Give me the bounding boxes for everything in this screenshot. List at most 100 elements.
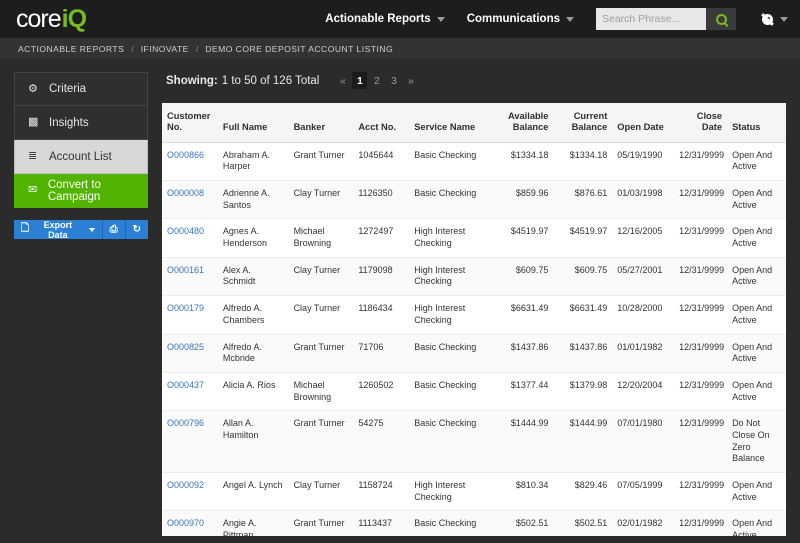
refresh-button[interactable]: ↻: [125, 220, 148, 239]
sidebar-item-account-list[interactable]: ≣ Account List: [14, 140, 148, 174]
column-header-banker[interactable]: Banker: [288, 103, 354, 143]
sidebar-item-criteria-label: Criteria: [49, 83, 87, 95]
customer-number-link[interactable]: O000179: [167, 303, 204, 313]
table-row[interactable]: O000437 Alicia A. Rios Michael Browning 126…: [162, 372, 786, 412]
search-button[interactable]: [706, 8, 736, 30]
column-header-available-balance[interactable]: Available Balance: [491, 103, 554, 143]
table-row[interactable]: O000866 Abraham A. Harper Grant Turner 1045…: [162, 142, 786, 182]
cell-customer-no: O000161: [162, 257, 218, 297]
showing-value: 1 to 50 of 126 Total: [221, 74, 320, 87]
cell-banker: Clay Turner: [288, 295, 354, 335]
cell-close-date: 12/31/9999: [674, 410, 728, 474]
column-header-customer-no[interactable]: Customer No.: [162, 103, 218, 143]
cell-available-balance: $609.75: [491, 257, 554, 297]
customer-number-link[interactable]: O000480: [167, 226, 204, 236]
cell-available-balance: $810.34: [491, 472, 554, 512]
cell-full-name: Alfredo A. Chambers: [217, 295, 289, 335]
column-header-open-date[interactable]: Open Date: [612, 103, 675, 143]
cell-status: Open And Active: [727, 295, 786, 335]
cell-open-date: 01/03/1998: [612, 180, 675, 220]
cell-open-date: 05/19/1990: [612, 142, 675, 182]
table-row[interactable]: O000825 Alfredo A. Mcbride Grant Turner 717…: [162, 334, 786, 373]
customer-number-link[interactable]: O000437: [167, 380, 204, 390]
table-row[interactable]: O000008 Adrienne A. Santos Clay Turner 1126…: [162, 180, 786, 220]
table-row[interactable]: O000092 Angel A. Lynch Clay Turner 1158724 H…: [162, 472, 786, 512]
cell-service-name: Basic Checking: [409, 334, 492, 373]
column-header-acct-no[interactable]: Acct No.: [353, 103, 410, 143]
cell-open-date: 07/05/1999: [612, 472, 675, 512]
settings-menu[interactable]: [762, 13, 788, 25]
cell-full-name: Angel A. Lynch: [217, 472, 289, 512]
breadcrumb-item-0[interactable]: ACTIONABLE REPORTS: [18, 44, 124, 54]
cell-close-date: 12/31/9999: [674, 295, 728, 335]
cell-open-date: 02/01/1982: [612, 510, 675, 536]
cell-available-balance: $1377.44: [491, 372, 554, 412]
cell-close-date: 12/31/9999: [674, 372, 728, 412]
column-header-full-name[interactable]: Full Name: [217, 103, 289, 143]
cell-customer-no: O000480: [162, 218, 218, 258]
export-data-label: Export Data: [43, 219, 73, 240]
cell-available-balance: $1437.86: [491, 334, 554, 373]
cell-status: Open And Active: [727, 510, 786, 536]
table-row[interactable]: O000480 Agnes A. Henderson Michael Brownin…: [162, 218, 786, 258]
column-header-current-balance[interactable]: Current Balance: [553, 103, 613, 143]
main-content: Showing: 1 to 50 of 126 Total « 1 2 3 » …: [148, 72, 800, 542]
cell-open-date: 10/28/2000: [612, 295, 675, 335]
cell-acct-no: 1272497: [353, 218, 410, 258]
cell-service-name: High Interest Checking: [409, 218, 492, 258]
top-navigation-bar: core iQ Actionable Reports Communications: [0, 0, 800, 38]
cell-customer-no: O000092: [162, 472, 218, 512]
search-input[interactable]: [596, 8, 706, 30]
pagination-page-2[interactable]: 2: [369, 72, 384, 89]
table-row[interactable]: O000179 Alfredo A. Chambers Clay Turner 118…: [162, 295, 786, 335]
customer-number-link[interactable]: O000092: [167, 480, 204, 490]
pagination-last[interactable]: »: [403, 72, 418, 89]
sidebar-item-insights[interactable]: ▩ Insights: [14, 106, 148, 140]
customer-number-link[interactable]: O000970: [167, 518, 204, 528]
column-header-service-name[interactable]: Service Name: [409, 103, 492, 143]
table-row[interactable]: O000796 Allan A. Hamilton Grant Turner 5427…: [162, 410, 786, 474]
cell-customer-no: O000179: [162, 295, 218, 335]
pagination-page-1[interactable]: 1: [352, 72, 368, 89]
cell-open-date: 01/01/1982: [612, 334, 675, 373]
file-export-icon: 🗋: [21, 223, 30, 234]
export-toolbar: 🗋 Export Data ⎙ ↻: [14, 219, 148, 240]
export-data-button[interactable]: 🗋 Export Data: [14, 219, 103, 240]
app-logo[interactable]: core iQ: [16, 5, 87, 34]
customer-number-link[interactable]: O000825: [167, 342, 204, 352]
pagination-page-3[interactable]: 3: [386, 72, 401, 89]
table-row[interactable]: O000161 Alex A. Schmidt Clay Turner 1179098…: [162, 257, 786, 297]
sidebar-item-criteria[interactable]: ⚙ Criteria: [14, 72, 148, 106]
sidebar-item-convert-to-campaign[interactable]: ✉ Convert to Campaign: [14, 174, 148, 208]
cell-current-balance: $502.51: [553, 510, 613, 536]
table-body: O000866 Abraham A. Harper Grant Turner 1045…: [162, 142, 786, 536]
cell-banker: Grant Turner: [288, 334, 354, 373]
table-header-row: Customer No. Full Name Banker Acct No. S…: [162, 103, 786, 143]
nav-actionable-reports[interactable]: Actionable Reports: [325, 13, 445, 25]
cell-acct-no: 1158724: [353, 472, 410, 512]
cell-open-date: 05/27/2001: [612, 257, 675, 297]
table-row[interactable]: O000970 Angie A. Pittman Grant Turner 11134…: [162, 510, 786, 536]
column-header-status[interactable]: Status: [727, 103, 786, 143]
customer-number-link[interactable]: O000866: [167, 150, 204, 160]
cell-current-balance: $1437.86: [553, 334, 613, 373]
cell-acct-no: 1126350: [353, 180, 410, 220]
customer-number-link[interactable]: O000161: [167, 265, 204, 275]
pagination-first[interactable]: «: [335, 72, 350, 89]
nav-communications[interactable]: Communications: [467, 13, 574, 25]
cell-current-balance: $6631.49: [553, 295, 613, 335]
breadcrumb-item-1[interactable]: IFINOVATE: [141, 44, 189, 54]
printer-icon: ⎙: [109, 224, 118, 235]
print-button[interactable]: ⎙: [102, 220, 126, 239]
cell-status: Open And Active: [727, 372, 786, 412]
column-header-close-date[interactable]: Close Date: [674, 103, 728, 143]
cell-service-name: Basic Checking: [409, 510, 492, 536]
cell-status: Do Not Close On Zero Balance: [727, 410, 786, 474]
cell-acct-no: 71706: [353, 334, 410, 373]
customer-number-link[interactable]: O000796: [167, 418, 204, 428]
customer-number-link[interactable]: O000008: [167, 188, 204, 198]
cell-close-date: 12/31/9999: [674, 334, 728, 373]
account-list-table: Customer No. Full Name Banker Acct No. S…: [162, 103, 786, 536]
cell-available-balance: $502.51: [491, 510, 554, 536]
cell-available-balance: $6631.49: [491, 295, 554, 335]
